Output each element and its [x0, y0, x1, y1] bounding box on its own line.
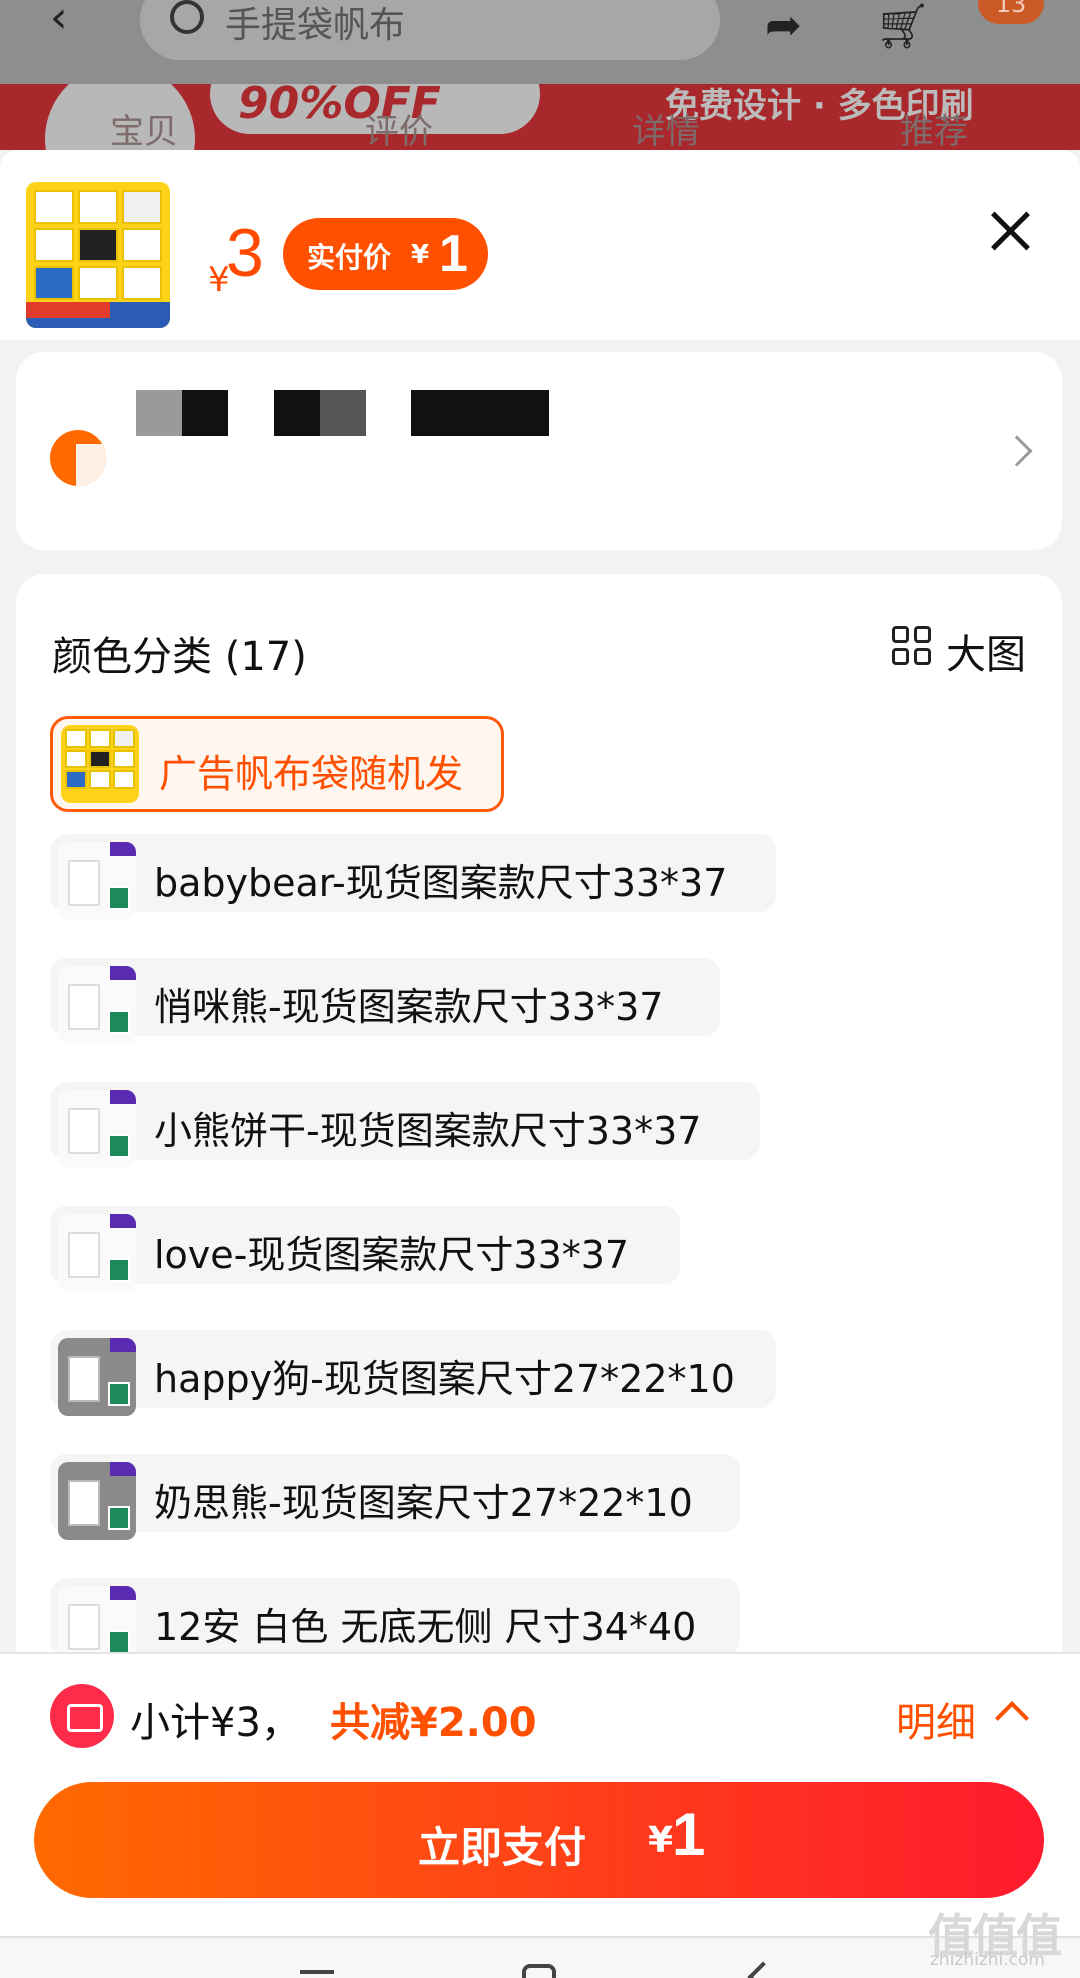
tab-baobei[interactable]: 宝贝: [110, 104, 178, 150]
product-thumbnail[interactable]: [26, 182, 170, 328]
detail-link[interactable]: 明细: [896, 1690, 976, 1748]
tab-details[interactable]: 详情: [632, 104, 700, 150]
option-label: 12安 白色 无底无侧 尺寸34*40: [154, 1605, 697, 1649]
option-thumbnail: [58, 1214, 136, 1292]
share-icon[interactable]: ➦: [765, 0, 802, 51]
system-nav-bar: [0, 1936, 1080, 1978]
option-label: 奶思熊-现货图案尺寸27*22*10: [154, 1481, 693, 1525]
sheet-header: ¥ 3 实付价 ¥ 1: [0, 150, 1080, 340]
back-icon[interactable]: ‹: [50, 0, 100, 40]
options-title: 颜色分类 (17): [52, 634, 307, 680]
watermark-url: zhizhizhi.com: [930, 1950, 1045, 1970]
pay-price-label: 实付价: [307, 241, 392, 274]
grid-icon: [892, 626, 934, 668]
pay-button-value: 1: [672, 1801, 706, 1868]
option-label: babybear-现货图案款尺寸33*37: [154, 861, 728, 905]
option-item[interactable]: 奶思熊-现货图案尺寸27*22*10: [50, 1454, 740, 1540]
option-thumbnail: [58, 1338, 136, 1416]
big-view-label: 大图: [946, 632, 1026, 678]
thumbnail-grid: [34, 190, 162, 300]
chevron-up-icon[interactable]: [995, 1701, 1029, 1735]
option-thumbnail: [58, 966, 136, 1044]
option-item[interactable]: babybear-现货图案款尺寸33*37: [50, 834, 776, 920]
redacted-block: [274, 390, 320, 436]
tab-reviews[interactable]: 评价: [365, 104, 433, 150]
checkout-footer: 小计¥3， 共减¥2.00 明细 立即支付 ¥ 1: [0, 1652, 1080, 1978]
sku-sheet: ¥ 3 实付价 ¥ 1 颜色分类 (17) 大图 广告帆布袋随机发 babybe…: [0, 150, 1080, 1978]
menu-icon[interactable]: [300, 1970, 334, 1974]
option-item[interactable]: 小熊饼干-现货图案款尺寸33*37: [50, 1082, 760, 1168]
location-icon: [50, 430, 106, 486]
option-item[interactable]: 悄咪熊-现货图案款尺寸33*37: [50, 958, 720, 1044]
redacted-block: [136, 390, 182, 436]
pay-button-currency: ¥: [648, 1820, 674, 1861]
background-tabs: 宝贝 评价 详情 推荐: [0, 104, 1080, 150]
pay-price-badge: 实付价 ¥ 1: [283, 218, 488, 290]
pay-button-label: 立即支付: [418, 1823, 587, 1872]
thumbnail-strip-red: [26, 302, 110, 318]
redacted-block: [320, 390, 366, 436]
chevron-right-icon: [1001, 435, 1033, 467]
search-bar[interactable]: 手提袋帆布: [140, 0, 720, 60]
option-item[interactable]: 12安 白色 无底无侧 尺寸34*40: [50, 1578, 740, 1664]
price-value: 3: [226, 215, 264, 291]
nav-back-icon[interactable]: [747, 1961, 779, 1978]
home-icon[interactable]: [522, 1964, 556, 1978]
search-input[interactable]: 手提袋帆布: [225, 0, 405, 48]
option-item-selected[interactable]: 广告帆布袋随机发: [50, 716, 504, 812]
background-page: ‹ 手提袋帆布 ➦ 🛒︎ 13 90%OFF 免费设计 · 多色印刷 宝贝 评价…: [0, 0, 1080, 150]
option-thumbnail: [58, 842, 136, 920]
option-label: love-现货图案款尺寸33*37: [154, 1233, 630, 1277]
cart-icon[interactable]: 🛒︎: [875, 0, 931, 52]
option-label: 悄咪熊-现货图案款尺寸33*37: [154, 985, 664, 1029]
option-thumbnail: [58, 1090, 136, 1168]
pay-price-value: 1: [439, 225, 468, 283]
redacted-block: [182, 390, 228, 436]
option-thumbnail: [58, 1462, 136, 1540]
close-icon[interactable]: [982, 206, 1038, 262]
search-icon: [170, 0, 204, 34]
option-thumbnail: [61, 725, 139, 803]
cart-badge: 13: [978, 0, 1044, 24]
redacted-block: [411, 390, 549, 436]
option-label: 广告帆布袋随机发: [159, 752, 464, 796]
discount-text: 共减¥2.00: [330, 1700, 537, 1746]
subtotal-text: 小计¥3，: [130, 1700, 301, 1746]
option-label: happy狗-现货图案尺寸27*22*10: [154, 1357, 735, 1401]
pay-price-currency: ¥: [411, 240, 430, 270]
address-card[interactable]: [16, 352, 1062, 550]
coupon-icon: [50, 1684, 114, 1748]
option-item[interactable]: happy狗-现货图案尺寸27*22*10: [50, 1330, 776, 1416]
option-item[interactable]: love-现货图案款尺寸33*37: [50, 1206, 680, 1292]
watermark: 值值值 zhizhizhi.com: [928, 1900, 1078, 1970]
option-label: 小熊饼干-现货图案款尺寸33*37: [154, 1109, 702, 1153]
pay-now-button[interactable]: 立即支付 ¥ 1: [34, 1782, 1044, 1898]
tab-recommend[interactable]: 推荐: [900, 104, 968, 150]
